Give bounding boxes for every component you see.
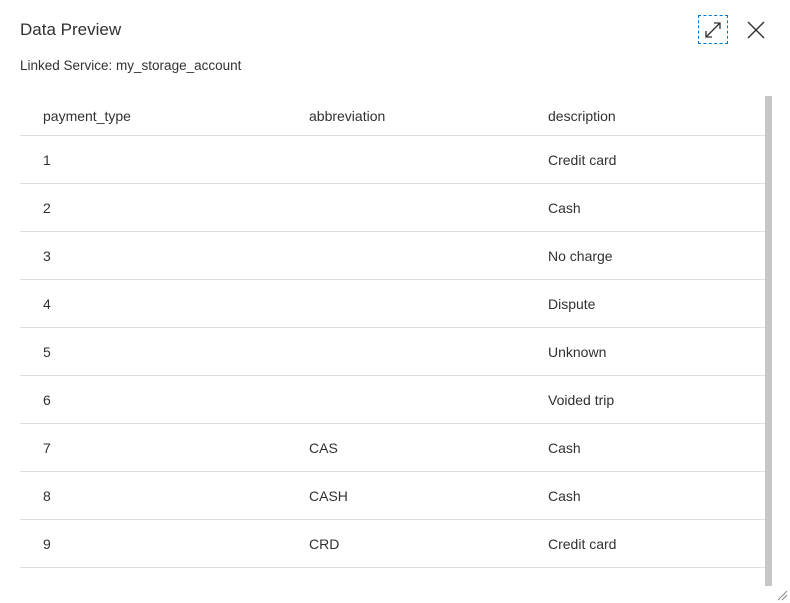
cell-description: Credit card — [548, 151, 617, 168]
cell-description: Voided trip — [548, 391, 615, 408]
vertical-scrollbar[interactable] — [765, 96, 772, 586]
cell-description: Cash — [548, 439, 581, 456]
cell-payment-type: 6 — [43, 391, 51, 408]
cell-abbreviation: CRD — [309, 535, 340, 552]
cell-payment-type: 5 — [43, 343, 51, 360]
cell-payment-type: 4 — [43, 295, 51, 312]
cell-description: Unknown — [548, 343, 607, 360]
table-row: 1 Credit card — [20, 136, 765, 184]
table-row: 5 Unknown — [20, 328, 765, 376]
cell-description: Cash — [548, 487, 581, 504]
table-row: 6 Voided trip — [20, 376, 765, 424]
cell-payment-type: 9 — [43, 535, 51, 552]
cell-abbreviation: CASH — [309, 487, 348, 504]
cell-payment-type: 7 — [43, 439, 51, 456]
cell-description: Cash — [548, 199, 581, 216]
expand-button[interactable] — [698, 15, 728, 44]
table-row: 8 CASH Cash — [20, 472, 765, 520]
cell-description: Credit card — [548, 535, 617, 552]
close-icon — [747, 21, 765, 39]
table-row: 7 CAS Cash — [20, 424, 765, 472]
close-button[interactable] — [744, 18, 768, 42]
column-header-abbreviation[interactable]: abbreviation — [309, 96, 385, 135]
cell-payment-type: 3 — [43, 247, 51, 264]
cell-payment-type: 8 — [43, 487, 51, 504]
cell-payment-type: 2 — [43, 199, 51, 216]
column-header-payment-type[interactable]: payment_type — [43, 96, 131, 135]
table-row: 4 Dispute — [20, 280, 765, 328]
dialog-title: Data Preview — [20, 20, 122, 39]
cell-abbreviation: CAS — [309, 439, 338, 456]
table-header-row: payment_type abbreviation description — [20, 96, 765, 136]
cell-description: No charge — [548, 247, 613, 264]
table-row: 2 Cash — [20, 184, 765, 232]
column-header-description[interactable]: description — [548, 96, 616, 135]
resize-grip-icon[interactable] — [776, 589, 788, 601]
table-row: 9 CRD Credit card — [20, 520, 765, 568]
linked-service-label: Linked Service: my_storage_account — [20, 58, 242, 73]
table-row: 3 No charge — [20, 232, 765, 280]
expand-diagonal-icon — [705, 21, 721, 38]
cell-payment-type: 1 — [43, 151, 51, 168]
cell-description: Dispute — [548, 295, 596, 312]
data-preview-table: payment_type abbreviation description 1 … — [20, 96, 765, 586]
